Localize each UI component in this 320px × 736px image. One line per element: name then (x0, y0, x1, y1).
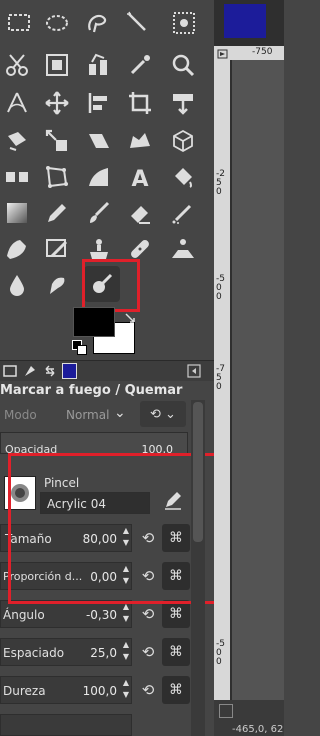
cage-transform-tool-icon[interactable] (40, 160, 74, 194)
toolbox: A Marcar a fuego / Quemar Modo Normal ⌄ … (0, 0, 220, 736)
dodge-burn-highlight (82, 259, 140, 312)
ink-tool-icon[interactable] (0, 232, 34, 266)
rect-select-tool-icon[interactable] (2, 6, 36, 40)
horizontal-ruler: -750 (232, 46, 284, 60)
default-colors-icon[interactable] (72, 340, 87, 355)
unified-transform-tool-icon[interactable] (166, 86, 200, 120)
select-by-color-tool-icon[interactable] (167, 6, 201, 40)
swap-colors-icon[interactable] (124, 309, 136, 323)
hardness-spin[interactable]: ▲ ▼ (121, 677, 131, 703)
magnify-tool-icon[interactable] (166, 48, 200, 82)
images-tab-icon[interactable] (62, 363, 77, 379)
smudge-tool-icon[interactable] (40, 268, 74, 302)
reset-angle-icon[interactable]: ⟲ (138, 604, 158, 624)
paintbrush-tool-icon[interactable] (82, 196, 116, 230)
reverse-mode-dropdown[interactable]: ⟲ ⌄ (140, 401, 186, 427)
ruler-corner[interactable] (214, 46, 232, 60)
tool-options-tab-icon[interactable] (2, 363, 18, 379)
spacing-slider[interactable]: Espaciado 25,0 ▲ ▼ (0, 638, 132, 666)
opacity-field[interactable]: Opacidad 100,0 (0, 432, 188, 456)
mypaint-brush-tool-icon[interactable] (40, 232, 74, 266)
warp-tool-icon[interactable] (82, 160, 116, 194)
tool-options-title: Marcar a fuego / Quemar (0, 383, 183, 398)
foreground-select-tool-icon[interactable] (40, 48, 74, 82)
tab-menu-icon[interactable] (186, 363, 202, 379)
reset-spacing-icon[interactable]: ⟲ (138, 642, 158, 662)
ruler-v-label-2: -500 (216, 274, 225, 302)
eraser-tool-icon[interactable] (123, 196, 157, 230)
hardness-slider[interactable]: Dureza 100,0 ▲ ▼ (0, 676, 132, 704)
blur-sharpen-tool-icon[interactable] (0, 268, 34, 302)
angle-label: Ángulo (3, 608, 45, 622)
gradient-tool-icon[interactable] (0, 196, 34, 230)
chain-icon: ⌘ (169, 606, 183, 622)
chain-icon: ⌘ (169, 682, 183, 698)
perspective-clone-tool-icon[interactable] (166, 232, 200, 266)
link-angle-button[interactable]: ⌘ (162, 600, 190, 628)
mode-value: Normal (66, 408, 110, 422)
pointer-coordinates: -465,0, 62 (232, 724, 284, 735)
scale-tool-icon[interactable] (40, 124, 74, 158)
options-scrollbar-thumb[interactable] (193, 402, 203, 542)
move-tool-icon[interactable] (40, 86, 74, 120)
ruler-h-label: -750 (252, 47, 273, 57)
brush-options-highlight (8, 453, 220, 604)
vertical-ruler: -250 -500 -750 -500 (214, 60, 230, 700)
align-tool-icon[interactable] (82, 86, 116, 120)
bucket-fill-tool-icon[interactable] (166, 160, 200, 194)
spacing-value: 25,0 (90, 646, 117, 660)
dock-tabs (0, 360, 214, 381)
3d-transform-tool-icon[interactable] (166, 124, 200, 158)
canvas[interactable] (232, 60, 284, 700)
link-hardness-button[interactable]: ⌘ (162, 676, 190, 704)
ruler-v-label-4: -500 (216, 639, 225, 667)
angle-value: -0,30 (85, 608, 117, 622)
spacing-spin[interactable]: ▲ ▼ (121, 639, 131, 665)
airbrush-tool-icon[interactable] (166, 196, 200, 230)
undo-history-tab-icon[interactable] (42, 363, 58, 379)
measure-tool-icon[interactable] (0, 86, 34, 120)
ellipse-select-tool-icon[interactable] (40, 6, 74, 40)
ruler-v-label-1: -250 (216, 169, 225, 197)
free-select-tool-icon[interactable] (80, 6, 114, 40)
angle-slider[interactable]: Ángulo -0,30 ▲ ▼ (0, 600, 132, 628)
spacing-label: Espaciado (3, 646, 65, 660)
crop-tool-icon[interactable] (123, 86, 157, 120)
chain-icon: ⌘ (169, 644, 183, 660)
color-picker-tool-icon[interactable] (123, 48, 157, 82)
foreground-color-swatch[interactable] (73, 307, 115, 337)
shear-tool-icon[interactable] (82, 124, 116, 158)
ruler-v-label-3: -750 (216, 364, 225, 392)
mode-select[interactable]: Normal ⌄ (0, 401, 135, 427)
chevron-down-icon: ⌄ (114, 405, 126, 421)
svg-text:A: A (131, 167, 148, 190)
fuzzy-select-tool-icon[interactable] (121, 6, 155, 40)
text-tool-icon[interactable]: A (123, 160, 157, 194)
reset-hardness-icon[interactable]: ⟲ (138, 680, 158, 700)
link-spacing-button[interactable]: ⌘ (162, 638, 190, 666)
image-tab-thumbnail[interactable] (224, 4, 266, 38)
flip-tool-icon[interactable] (0, 160, 34, 194)
device-status-tab-icon[interactable] (22, 363, 38, 379)
navigate-icon[interactable] (219, 704, 233, 718)
hardness-label: Dureza (3, 684, 46, 698)
warp-transform-tool-icon[interactable] (123, 124, 157, 158)
paths-tool-icon[interactable] (82, 48, 116, 82)
pencil-tool-icon[interactable] (40, 196, 74, 230)
next-option-slider[interactable] (0, 714, 132, 736)
angle-spin[interactable]: ▲ ▼ (121, 601, 131, 627)
hardness-value: 100,0 (82, 684, 117, 698)
rotate-tool-icon[interactable] (0, 124, 34, 158)
scissors-tool-icon[interactable] (0, 48, 34, 82)
reset-arrow-icon: ⟲ ⌄ (150, 406, 176, 422)
